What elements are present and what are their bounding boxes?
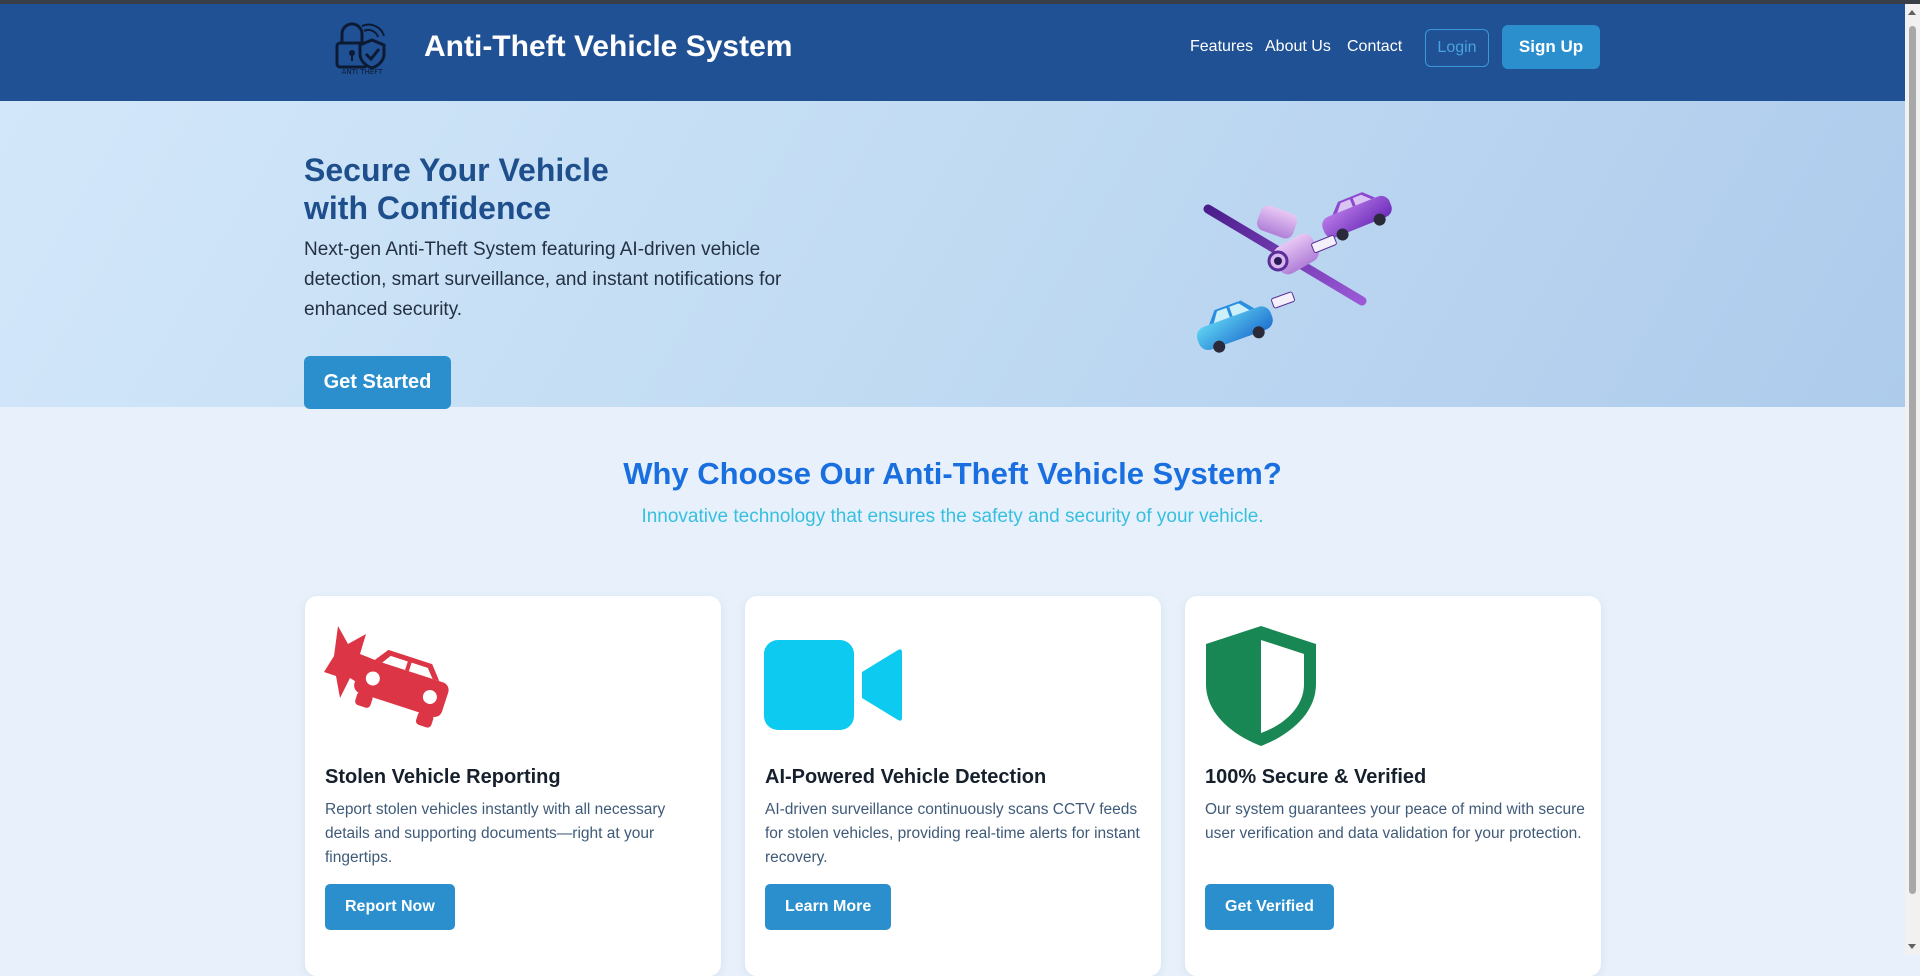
get-started-button[interactable]: Get Started xyxy=(304,356,451,409)
feature-card-ai-detection: AI-Powered Vehicle Detection AI-driven s… xyxy=(745,596,1161,976)
signup-button[interactable]: Sign Up xyxy=(1502,25,1600,69)
hero-description: Next-gen Anti-Theft System featuring AI-… xyxy=(304,239,782,320)
car-crash-icon xyxy=(324,626,474,746)
hero-section: Secure Your Vehicle with Confidence Next… xyxy=(0,101,1905,409)
feature-card-stolen-reporting: Stolen Vehicle Reporting Report stolen v… xyxy=(305,596,721,976)
learn-more-button[interactable]: Learn More xyxy=(765,884,892,930)
nav-link-about-us[interactable]: About Us xyxy=(1265,38,1331,56)
nav-link-features[interactable]: Features xyxy=(1190,38,1253,56)
video-camera-icon xyxy=(764,626,914,746)
card-title: AI-Powered Vehicle Detection xyxy=(765,766,1047,788)
cctv-cars-illustration xyxy=(1190,189,1400,369)
login-button[interactable]: Login xyxy=(1425,29,1489,67)
nav-link-contact[interactable]: Contact xyxy=(1347,38,1402,56)
card-description: Our system guarantees your peace of mind… xyxy=(1205,801,1585,842)
card-description: Report stolen vehicles instantly with al… xyxy=(325,801,666,866)
card-description: AI-driven surveillance continuously scan… xyxy=(765,801,1140,866)
get-verified-button[interactable]: Get Verified xyxy=(1205,884,1334,930)
section-title: Why Choose Our Anti-Theft Vehicle System… xyxy=(623,456,1282,491)
hero-title-line-1: Secure Your Vehicle xyxy=(304,152,609,188)
card-title: Stolen Vehicle Reporting xyxy=(325,766,561,788)
feature-card-secure-verified: 100% Secure & Verified Our system guaran… xyxy=(1185,596,1601,976)
vertical-scrollbar[interactable] xyxy=(1905,4,1920,955)
card-title: 100% Secure & Verified xyxy=(1205,766,1427,788)
navbar: ANTI THEFT Anti-Theft Vehicle System Fea… xyxy=(0,4,1905,101)
scroll-down-arrow-icon[interactable] xyxy=(1908,944,1916,949)
hero-title: Secure Your Vehicle with Confidence xyxy=(304,151,864,227)
logo-caption: ANTI THEFT xyxy=(341,68,383,76)
scrollbar-thumb[interactable] xyxy=(1909,26,1916,894)
shield-half-icon xyxy=(1204,626,1354,746)
hero-title-line-2: with Confidence xyxy=(304,190,552,226)
brand-title[interactable]: Anti-Theft Vehicle System xyxy=(424,30,792,64)
section-subtitle: Innovative technology that ensures the s… xyxy=(641,506,1264,527)
report-now-button[interactable]: Report Now xyxy=(325,884,455,930)
scroll-up-arrow-icon[interactable] xyxy=(1908,10,1916,15)
